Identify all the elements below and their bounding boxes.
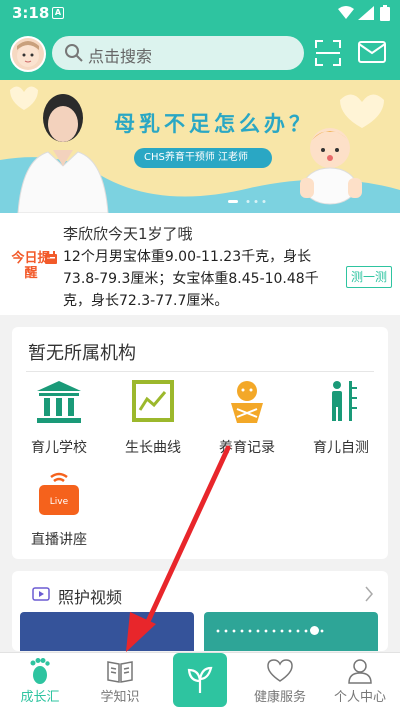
video-thumbnail[interactable] (204, 612, 378, 651)
self-test-icon (332, 381, 357, 421)
status-bar: 3:18 A (0, 0, 400, 28)
notification-icon: A (52, 7, 64, 19)
tab-label: 健康服务 (253, 690, 306, 705)
growth-chart-icon (132, 380, 174, 422)
avatar[interactable] (10, 36, 46, 72)
baby-illustration (300, 128, 362, 205)
search-icon (65, 44, 83, 62)
doctor-photo (17, 94, 109, 213)
school-icon (37, 381, 81, 423)
video-progress-track (214, 629, 324, 633)
grid-item-label: 养育记录 (219, 440, 275, 456)
video-thumbnail[interactable] (20, 612, 194, 651)
battery-icon (380, 5, 390, 21)
tab-home-center[interactable] (173, 653, 227, 707)
live-lecture-icon: Live (39, 472, 79, 515)
measure-button[interactable]: 测一测 (346, 266, 392, 288)
tab-label: 学知识 (100, 690, 140, 705)
banner-pagination (228, 200, 266, 203)
tab-label: 个人中心 (333, 690, 386, 705)
baby-avatar-icon (12, 38, 44, 70)
status-time: 3:18 (12, 4, 50, 22)
grid-item-growth-chart[interactable]: 生长曲线 (106, 379, 200, 463)
video-icon (32, 587, 50, 601)
mail-icon[interactable] (358, 41, 386, 63)
scan-icon[interactable] (314, 39, 342, 67)
grid-item-baby-record[interactable]: 养育记录 (200, 379, 294, 463)
svg-text:Live: Live (50, 497, 69, 507)
video-section: 照护视频 (12, 571, 388, 651)
institution-title: 暂无所属机构 (28, 343, 136, 364)
sprout-icon (187, 666, 213, 693)
grid-item-label: 育儿学校 (31, 440, 87, 456)
tab-growth[interactable]: 成长汇 (0, 653, 80, 710)
wifi-icon (338, 6, 354, 19)
bottom-tab-bar: 成长汇 学知识 健康服务 个人中心 (0, 652, 400, 710)
heart-icon (267, 659, 293, 682)
grid-item-label: 育儿自测 (313, 440, 369, 456)
baby-record-icon (231, 381, 263, 423)
divider (26, 371, 374, 372)
institution-card: 暂无所属机构 育儿学校 生长曲线 养育记录 育儿自测 Live 直播讲座 (12, 327, 388, 559)
top-bar: 点击搜索 (0, 28, 400, 80)
banner-title: 母乳不足怎么办？ (114, 112, 314, 136)
search-bar[interactable]: 点击搜索 (52, 36, 304, 70)
banner-doctor-badge: CHS养育干预师 江老师 (134, 148, 272, 168)
book-icon (107, 661, 133, 683)
grid-item-self-test[interactable]: 育儿自测 (294, 379, 388, 463)
footprint-icon (30, 658, 50, 684)
tab-label: 成长汇 (20, 690, 60, 705)
promo-banner[interactable]: 母乳不足怎么办？ CHS养育干预师 江老师 (0, 80, 400, 213)
search-placeholder: 点击搜索 (88, 47, 153, 66)
tab-health-service[interactable]: 健康服务 (240, 653, 320, 710)
video-section-title: 照护视频 (58, 588, 123, 607)
signal-icon (358, 6, 374, 20)
grid-item-label: 生长曲线 (125, 440, 181, 456)
today-reminder-badge: 今日提醒 (11, 251, 51, 281)
grid-item-label: 直播讲座 (31, 532, 87, 548)
reminder-headline: 李欣欣今天1岁了哦 (63, 225, 193, 243)
tab-profile[interactable]: 个人中心 (320, 653, 400, 710)
grid-item-live-lecture[interactable]: Live 直播讲座 (12, 471, 106, 555)
today-reminder: 今日提醒 李欣欣今天1岁了哦 12个月男宝体重9.00-11.23千克，身长73… (0, 213, 400, 315)
tab-knowledge[interactable]: 学知识 (80, 653, 160, 710)
grid-item-school[interactable]: 育儿学校 (12, 379, 106, 463)
person-icon (348, 659, 372, 684)
reminder-body: 12个月男宝体重9.00-11.23千克，身长73.8-79.3厘米；女宝体重8… (63, 249, 319, 309)
video-progress-knob (310, 626, 319, 635)
chevron-right-icon[interactable] (364, 586, 374, 602)
